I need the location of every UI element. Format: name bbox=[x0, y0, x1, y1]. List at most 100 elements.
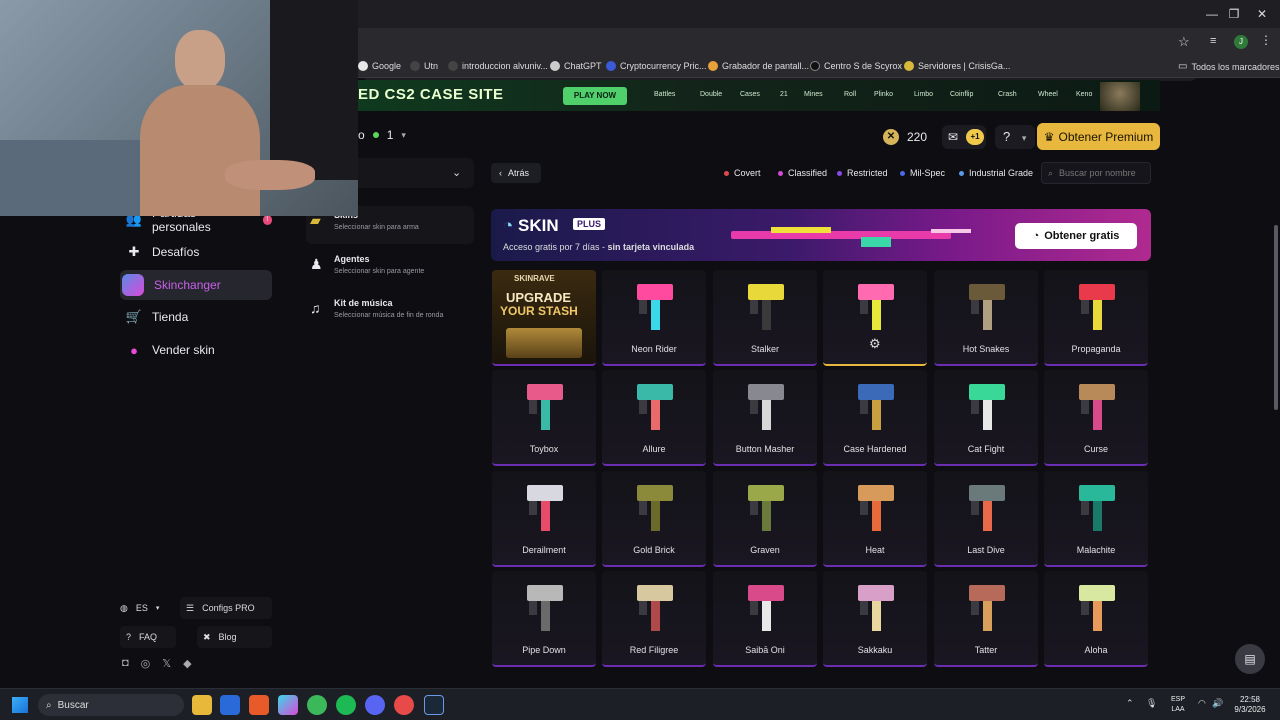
help-button[interactable]: ? ▾ bbox=[995, 125, 1035, 149]
skin-card[interactable]: Tatter bbox=[934, 571, 1038, 667]
mode-keno[interactable]: Keno bbox=[1076, 91, 1092, 98]
sidebar-item-desafios[interactable]: ✚ Desafíos bbox=[120, 237, 272, 267]
sidebar-item-tienda[interactable]: 🛒 Tienda bbox=[120, 302, 272, 332]
skin-card[interactable]: Propaganda bbox=[1044, 270, 1148, 366]
chat-icon[interactable]: ▤ bbox=[1235, 644, 1265, 674]
skin-card[interactable]: Red Filigree bbox=[602, 571, 706, 667]
level-indicator[interactable]: o 1 ▾ bbox=[358, 128, 406, 142]
mode-limbo[interactable]: Limbo bbox=[914, 91, 933, 98]
wifi-icon[interactable]: ◠ bbox=[1198, 698, 1206, 709]
bookmark-crypto[interactable]: Cryptocurrency Pric... bbox=[606, 61, 707, 71]
back-button[interactable]: ‹ Atrás bbox=[491, 163, 541, 183]
settings-gear-icon[interactable]: ⚙ bbox=[869, 336, 881, 352]
chrome-icon[interactable] bbox=[307, 695, 327, 715]
play-now-button[interactable]: PLAY NOW bbox=[563, 87, 627, 105]
search-input[interactable]: ⌕ Buscar por nombre bbox=[1041, 162, 1151, 184]
filter-classified[interactable]: Classified bbox=[778, 163, 827, 183]
windows-start-icon[interactable] bbox=[12, 697, 28, 713]
chevron-up-icon[interactable]: ⌃ bbox=[1126, 698, 1134, 709]
taskbar-clock[interactable]: 22:58 9/3/2026 bbox=[1228, 695, 1272, 715]
mode-mines[interactable]: Mines bbox=[804, 91, 823, 98]
skinrave-ad-card[interactable]: SKINRAVE UPGRADE YOUR STASH bbox=[492, 270, 596, 366]
skin-card[interactable]: Button Masher bbox=[713, 370, 817, 466]
skin-card[interactable]: Cat Fight bbox=[934, 370, 1038, 466]
language-selector[interactable]: ◍ ES ▾ bbox=[120, 597, 176, 619]
bookmark-google[interactable]: Google bbox=[358, 61, 401, 71]
scrollbar-thumb[interactable] bbox=[1274, 225, 1278, 410]
steam-icon[interactable] bbox=[424, 695, 444, 715]
bookmark-scyrox[interactable]: Centro S de Scyrox bbox=[810, 61, 902, 71]
filter-restricted[interactable]: Restricted bbox=[837, 163, 888, 183]
skinplus-banner[interactable]: ◔ SKIN PLUS Acceso gratis por 7 días - s… bbox=[491, 209, 1151, 261]
skin-card[interactable]: Graven bbox=[713, 471, 817, 567]
bookmark-grabador[interactable]: Grabador de pantall... bbox=[708, 61, 809, 71]
skin-card[interactable]: Heat bbox=[823, 471, 927, 567]
mode-crash[interactable]: Crash bbox=[998, 91, 1017, 98]
bookmark-crisis[interactable]: Servidores | CrisisGa... bbox=[904, 61, 1010, 71]
skin-card[interactable]: Allure bbox=[602, 370, 706, 466]
blog-button[interactable]: ✖ Blog bbox=[197, 626, 272, 648]
premium-button[interactable]: ♛ Obtener Premium bbox=[1037, 123, 1160, 150]
copilot-icon[interactable] bbox=[278, 695, 298, 715]
filter-milspec[interactable]: Mil-Spec bbox=[900, 163, 945, 183]
discord-icon[interactable]: ◘ bbox=[122, 657, 129, 670]
restore-icon[interactable]: ❐ bbox=[1224, 6, 1244, 22]
skin-card[interactable]: Toybox bbox=[492, 370, 596, 466]
volume-icon[interactable]: 🔊 bbox=[1212, 698, 1223, 709]
bookmark-utn[interactable]: Utn bbox=[410, 61, 438, 71]
promo-banner[interactable]: ED CS2 CASE SITE PLAY NOW Battles Double… bbox=[358, 80, 1160, 111]
menu-icon[interactable]: ⋮ bbox=[1260, 33, 1272, 47]
discord-icon[interactable] bbox=[365, 695, 385, 715]
microphone-icon[interactable]: 🎙 bbox=[1146, 698, 1157, 709]
skin-card[interactable]: Curse bbox=[1044, 370, 1148, 466]
star-icon[interactable]: ☆ bbox=[1178, 34, 1190, 50]
mode-coinflip[interactable]: Coinflip bbox=[950, 91, 973, 98]
sidebar-item-vender[interactable]: ● Vender skin bbox=[120, 335, 272, 365]
skin-card[interactable]: Neon Rider bbox=[602, 270, 706, 366]
keyboard-language[interactable]: ESP LAA bbox=[1166, 695, 1190, 715]
skin-card[interactable]: ⚙ bbox=[823, 270, 927, 366]
brave-icon[interactable] bbox=[249, 695, 269, 715]
store-icon[interactable] bbox=[220, 695, 240, 715]
file-explorer-icon[interactable] bbox=[192, 695, 212, 715]
skin-card[interactable]: Aloha bbox=[1044, 571, 1148, 667]
skin-card[interactable]: Sakkaku bbox=[823, 571, 927, 667]
skin-card[interactable]: Last Dive bbox=[934, 471, 1038, 567]
instagram-icon[interactable]: ◎ bbox=[141, 657, 151, 670]
taskbar-search[interactable]: ⌕ Buscar bbox=[38, 694, 184, 716]
subnav-agentes[interactable]: ♟ Agentes Seleccionar skin para agente bbox=[306, 250, 474, 288]
filter-industrial[interactable]: Industrial Grade bbox=[959, 163, 1033, 183]
bookmark-all[interactable]: ▭ Todos los marcadores bbox=[1178, 61, 1280, 72]
skin-card[interactable]: Pipe Down bbox=[492, 571, 596, 667]
inbox-button[interactable]: ✉ +1 bbox=[942, 125, 986, 149]
skin-card[interactable]: Gold Brick bbox=[602, 471, 706, 567]
skin-card[interactable]: Derailment bbox=[492, 471, 596, 567]
skin-card[interactable]: Saibā Oni bbox=[713, 571, 817, 667]
minimize-icon[interactable]: — bbox=[1202, 6, 1222, 22]
app-icon[interactable] bbox=[394, 695, 414, 715]
filter-covert[interactable]: Covert bbox=[724, 163, 761, 183]
skinplus-get-free-button[interactable]: ◔ Obtener gratis bbox=[1015, 223, 1137, 249]
close-icon[interactable]: ✕ bbox=[1252, 6, 1272, 22]
mode-wheel[interactable]: Wheel bbox=[1038, 91, 1058, 98]
bookmark-introduccion[interactable]: introduccion alvuniv... bbox=[448, 61, 548, 71]
mode-roll[interactable]: Roll bbox=[844, 91, 856, 98]
x-icon[interactable]: 𝕏 bbox=[162, 657, 171, 670]
sidebar-item-skinchanger[interactable]: ◌ Skinchanger bbox=[120, 270, 272, 300]
skin-card[interactable]: Malachite bbox=[1044, 471, 1148, 567]
configs-pro-button[interactable]: ☰ Configs PRO bbox=[180, 597, 272, 619]
mode-battles[interactable]: Battles bbox=[654, 91, 675, 98]
mode-plinko[interactable]: Plinko bbox=[874, 91, 893, 98]
spotify-icon[interactable] bbox=[336, 695, 356, 715]
skin-card[interactable]: Case Hardened bbox=[823, 370, 927, 466]
media-icon[interactable]: ≡ bbox=[1210, 35, 1216, 47]
skin-card[interactable]: Hot Snakes bbox=[934, 270, 1038, 366]
mode-double[interactable]: Double bbox=[700, 91, 722, 98]
steam-icon[interactable]: ◆ bbox=[183, 657, 191, 670]
mode-21[interactable]: 21 bbox=[780, 91, 788, 98]
subnav-musica[interactable]: ♫ Kit de música Seleccionar música de fi… bbox=[306, 294, 474, 332]
mode-cases[interactable]: Cases bbox=[740, 91, 760, 98]
bookmark-chatgpt[interactable]: ChatGPT bbox=[550, 61, 602, 71]
skin-card[interactable]: Stalker bbox=[713, 270, 817, 366]
profile-avatar[interactable]: J bbox=[1234, 35, 1248, 49]
